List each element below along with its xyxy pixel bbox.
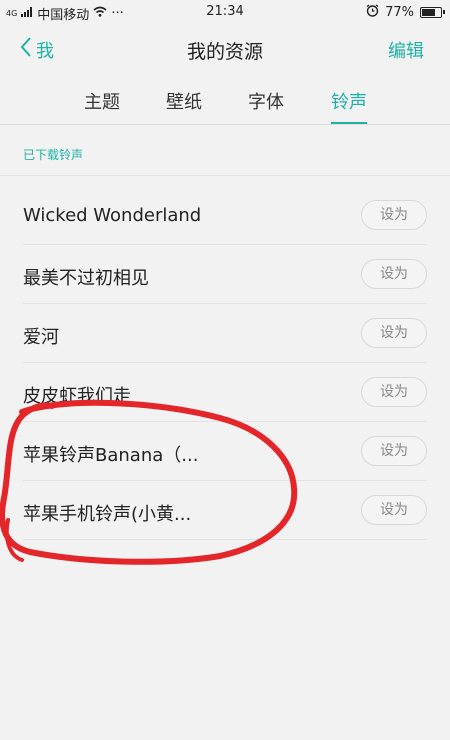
ringtone-title: 苹果铃声Banana（... xyxy=(23,445,199,466)
list-item: 苹果手机铃声(小黄... 设为 xyxy=(0,481,450,540)
section-divider xyxy=(0,175,450,176)
list-item: 皮皮虾我们走 设为 xyxy=(0,363,450,422)
set-ringtone-button[interactable]: 设为 xyxy=(361,200,427,230)
ringtone-title: 皮皮虾我们走 xyxy=(23,386,131,407)
set-ringtone-button[interactable]: 设为 xyxy=(361,259,427,289)
tab-fonts[interactable]: 字体 xyxy=(236,88,296,114)
nav-bar: 我 我的资源 编辑 xyxy=(0,24,450,74)
list-item: 最美不过初相见 设为 xyxy=(0,245,450,304)
ringtone-title: 爱河 xyxy=(23,327,59,348)
set-ringtone-button[interactable]: 设为 xyxy=(361,495,427,525)
ringtone-list: Wicked Wonderland 设为 最美不过初相见 设为 爱河 设为 皮皮… xyxy=(0,186,450,540)
ringtone-title: 苹果手机铃声(小黄... xyxy=(23,504,192,525)
battery-icon xyxy=(420,7,445,18)
list-item: 苹果铃声Banana（... 设为 xyxy=(0,422,450,481)
edit-button[interactable]: 编辑 xyxy=(388,37,424,63)
battery-percent: 77% xyxy=(385,5,414,20)
set-ringtone-button[interactable]: 设为 xyxy=(361,318,427,348)
status-right: 77% xyxy=(366,4,445,21)
tab-bar: 主题 壁纸 字体 铃声 xyxy=(0,84,450,126)
alarm-icon xyxy=(366,4,379,21)
set-ringtone-button[interactable]: 设为 xyxy=(361,377,427,407)
ringtone-title: Wicked Wonderland xyxy=(23,205,202,226)
ringtone-title: 最美不过初相见 xyxy=(23,268,149,289)
section-label: 已下载铃声 xyxy=(23,148,84,162)
set-ringtone-button[interactable]: 设为 xyxy=(361,436,427,466)
list-item: Wicked Wonderland 设为 xyxy=(0,186,450,245)
tab-ringtones[interactable]: 铃声 xyxy=(319,88,379,114)
tab-themes[interactable]: 主题 xyxy=(72,88,132,114)
tab-divider xyxy=(0,124,450,125)
status-bar: 4G 中国移动 ··· 21:34 77% xyxy=(0,0,450,24)
row-divider xyxy=(23,539,427,540)
battery-fill xyxy=(422,9,436,16)
page-title: 我的资源 xyxy=(186,41,263,63)
tab-wallpapers[interactable]: 壁纸 xyxy=(154,88,214,114)
list-item: 爱河 设为 xyxy=(0,304,450,363)
